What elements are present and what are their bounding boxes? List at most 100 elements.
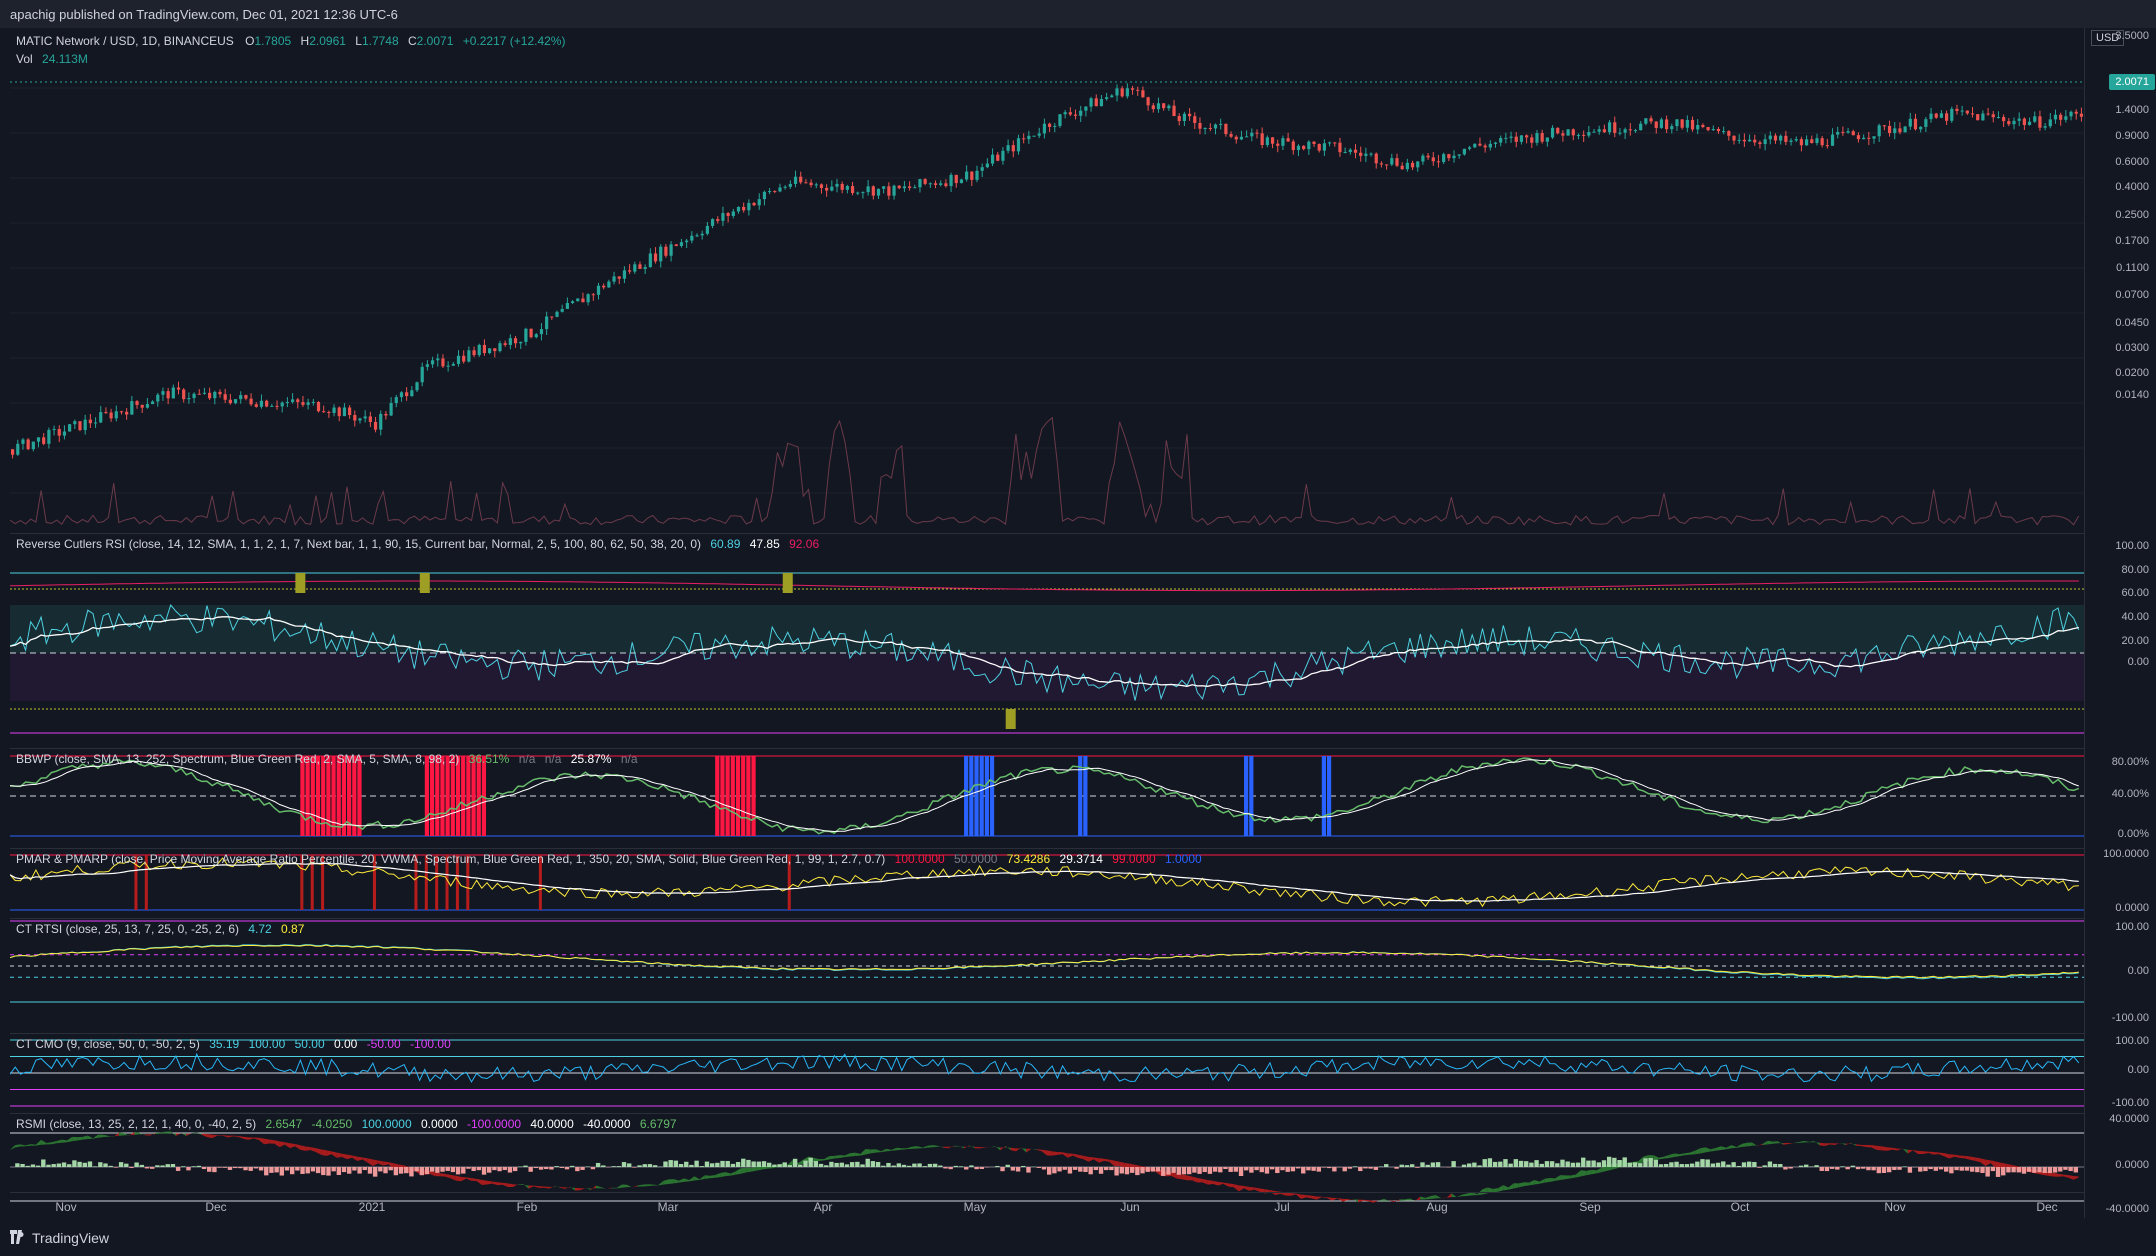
candle-body	[845, 186, 849, 190]
rsmi-histogram-bar	[1544, 1161, 1550, 1167]
candle-body	[830, 186, 834, 191]
rsmi-histogram-bar	[1368, 1167, 1373, 1169]
candle-body	[488, 348, 492, 354]
rsmi-histogram-bar	[642, 1164, 647, 1167]
indicator-pane-reverse-cutlers-rsi[interactable]: Reverse Cutlers RSI (close, 14, 12, SMA,…	[10, 533, 2084, 749]
candle-body	[1193, 116, 1197, 123]
rsmi-cloud	[979, 1147, 985, 1149]
rsmi-cloud	[1804, 1140, 1810, 1143]
candle-body	[1685, 119, 1689, 128]
rsmi-histogram-bar	[1140, 1167, 1145, 1174]
candle-body	[1483, 145, 1487, 148]
candle-body	[1950, 108, 1954, 121]
price-pane[interactable]: MATIC Network / USD, 1D, BINANCEUS O1.78…	[10, 28, 2084, 534]
candle-body	[519, 341, 523, 344]
footer-brand[interactable]: TradingView	[32, 1230, 109, 1246]
indicator-title: CT CMO (9, close, 50, 0, -50, 2, 5)	[16, 1037, 200, 1051]
rsmi-cloud	[1881, 1146, 1887, 1151]
candle-body	[1239, 136, 1244, 140]
rsmi-cloud	[1062, 1152, 1068, 1158]
candle-body	[1084, 106, 1088, 111]
rsmi-histogram-bar	[1430, 1162, 1436, 1167]
volume-label: Vol	[16, 52, 33, 66]
rsmi-cloud	[1793, 1142, 1799, 1144]
rsmi-cloud	[1186, 1175, 1193, 1181]
candle-body	[1250, 132, 1254, 137]
rsmi-cloud	[67, 1136, 73, 1143]
rsmi-cloud	[875, 1149, 882, 1153]
volume-series	[10, 416, 2080, 526]
candle-body	[109, 412, 113, 419]
indicator-pane-pmar-pmarp[interactable]: PMAR & PMARP (close, Price Moving Averag…	[10, 848, 2084, 919]
rsmi-histogram-bar	[15, 1163, 20, 1167]
rsmi-histogram-bar	[404, 1167, 409, 1174]
indicator-value: n/a	[544, 752, 562, 766]
rsmi-cloud	[341, 1153, 348, 1160]
rsmi-histogram-bar	[1129, 1167, 1135, 1173]
rsmi-histogram-bar	[98, 1162, 103, 1167]
candle-body	[726, 213, 730, 216]
rsmi-cloud	[471, 1178, 477, 1181]
rsmi-cloud	[735, 1168, 742, 1175]
candle-body	[1623, 129, 1627, 133]
candle-body	[508, 338, 512, 345]
rsmi-cloud	[1689, 1150, 1696, 1155]
candle-body	[161, 391, 165, 395]
rsmi-histogram-bar	[191, 1166, 196, 1167]
indicator-pane-bbwp[interactable]: BBWP (close, SMA, 13, 252, Spectrum, Blu…	[10, 748, 2084, 849]
rsmi-histogram-bar	[564, 1167, 570, 1170]
candle-body	[965, 171, 969, 180]
rsmi-histogram-bar	[1783, 1167, 1788, 1170]
candle-body	[430, 360, 435, 365]
rsmi-cloud	[891, 1147, 897, 1151]
rsmi-cloud	[507, 1183, 513, 1188]
candle-body	[1364, 153, 1368, 156]
rsmi-cloud	[1985, 1159, 1991, 1166]
time-axis[interactable]: Nov Dec 2021 Feb Mar Apr May Jun Jul Aug Sep Oct Nov…	[10, 1192, 2084, 1219]
candle-body	[1587, 132, 1591, 136]
candle-body	[1016, 138, 1021, 152]
candle-body	[596, 285, 601, 295]
rsmi-histogram-bar	[1788, 1167, 1793, 1169]
rsmi-histogram-bar	[1047, 1167, 1052, 1175]
rsmi-cloud	[1845, 1142, 1851, 1146]
indicator-value: 25.87%	[570, 752, 612, 766]
rsi-upper-band	[10, 580, 2079, 592]
rsmi-histogram-bar	[881, 1165, 886, 1167]
bbwp-high-bar	[751, 756, 756, 836]
candle-body	[1198, 122, 1202, 129]
rsmi-histogram-bar	[1907, 1167, 1913, 1173]
candle-body	[1633, 130, 1638, 132]
candle-body	[1597, 129, 1601, 132]
price-axis[interactable]: USD 2.0071 3.5000 1.4000 0.9000 0.6000 0.400…	[2084, 28, 2156, 1218]
rsmi-cloud	[621, 1184, 628, 1188]
candle-body	[1659, 119, 1664, 128]
bbwp-high-bar	[455, 756, 461, 836]
indicator-pane-ct-cmo[interactable]: CT CMO (9, close, 50, 0, -50, 2, 5) 35.1…	[10, 1033, 2084, 1114]
indicator-pane-ct-rtsi[interactable]: CT RTSI (close, 25, 13, 7, 25, 0, -25, 2…	[10, 918, 2084, 1034]
rsmi-histogram-bar	[398, 1167, 404, 1174]
candle-body	[68, 424, 72, 432]
rsmi-histogram-bar	[1581, 1157, 1586, 1167]
rsmi-histogram-bar	[1772, 1163, 1778, 1167]
candle-body	[850, 186, 855, 194]
candle-body	[778, 187, 782, 192]
rsmi-cloud	[124, 1133, 130, 1136]
rsmi-histogram-bar	[139, 1164, 145, 1167]
indicator-axis-tick: -40.0000	[2105, 1203, 2149, 1216]
candle-body	[1162, 103, 1166, 109]
candle-body	[228, 399, 232, 404]
candle-body	[36, 437, 41, 442]
rsmi-histogram-bar	[1176, 1167, 1182, 1175]
rsmi-cloud	[709, 1174, 716, 1179]
rsmi-cloud	[1171, 1172, 1177, 1179]
candle-body	[1566, 129, 1570, 136]
rsmi-cloud	[170, 1131, 176, 1136]
chart-area[interactable]: MATIC Network / USD, 1D, BINANCEUS O1.78…	[10, 28, 2084, 1218]
candle-body	[529, 328, 533, 338]
rsmi-histogram-bar	[1228, 1167, 1233, 1172]
bbwp-high-bar	[741, 756, 746, 836]
rsmi-cloud	[492, 1181, 498, 1186]
rsmi-histogram-bar	[1472, 1162, 1477, 1167]
candle-body	[1747, 139, 1752, 142]
